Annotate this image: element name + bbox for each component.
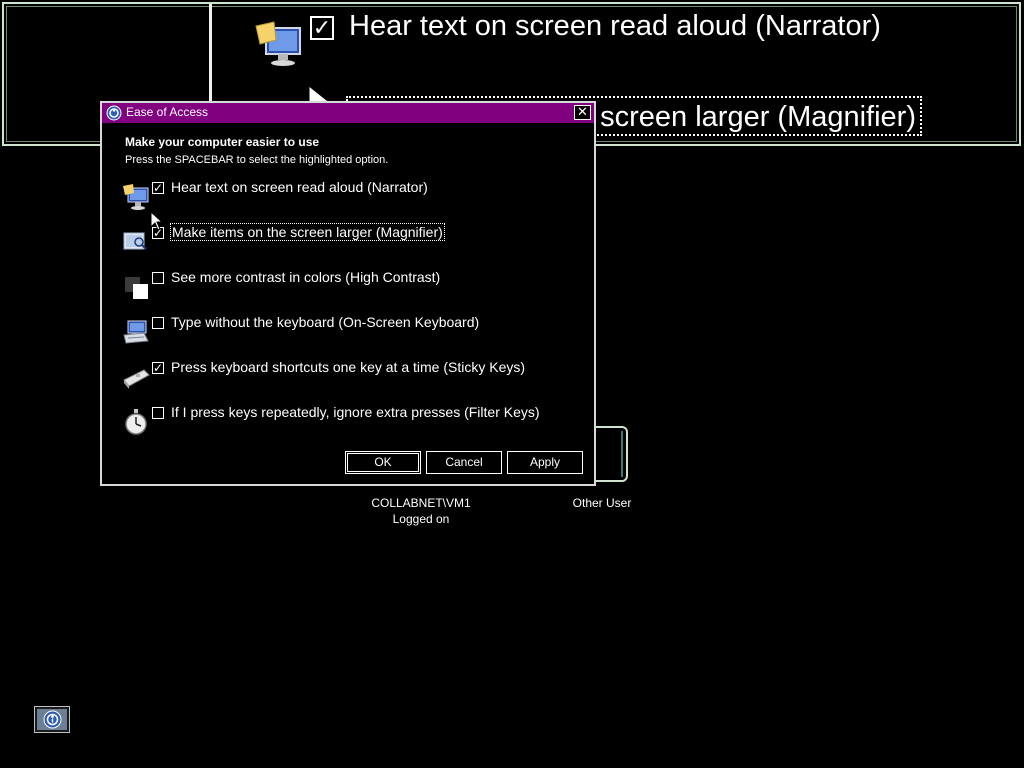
other-user-label[interactable]: Other User (568, 496, 636, 510)
close-button[interactable]: ✕ (574, 105, 591, 120)
magnifier-icon (123, 232, 147, 250)
option-narrator[interactable]: ✓ Hear text on screen read aloud (Narrat… (122, 179, 582, 214)
option-sticky-keys[interactable]: ✓ Press keyboard shortcuts one key at a … (122, 359, 582, 394)
current-user-name[interactable]: COLLABNET\VM1 (363, 496, 479, 510)
current-user-status: Logged on (392, 512, 450, 526)
ease-of-access-icon (43, 710, 62, 729)
narrator-checkbox[interactable]: ✓ (152, 182, 164, 194)
filter-keys-icon (125, 409, 147, 435)
zoom-narrator-label: Hear text on screen read aloud (Narrator… (349, 10, 881, 42)
high-contrast-icon (125, 277, 148, 299)
filter-keys-checkbox[interactable] (152, 407, 164, 419)
dialog-title: Ease of Access (126, 105, 209, 119)
on-screen-keyboard-checkbox[interactable] (152, 317, 164, 329)
narrator-label[interactable]: Hear text on screen read aloud (Narrator… (170, 179, 429, 195)
sticky-keys-icon (123, 369, 150, 389)
option-high-contrast[interactable]: See more contrast in colors (High Contra… (122, 269, 582, 304)
magnifier-label[interactable]: Make items on the screen larger (Magnifi… (170, 223, 445, 241)
sticky-keys-checkbox[interactable]: ✓ (152, 362, 164, 374)
option-magnifier[interactable]: ✓ Make items on the screen larger (Magni… (122, 223, 582, 259)
zoom-narrator-checkbox: ✓ (310, 16, 334, 40)
ease-of-access-icon (106, 105, 122, 121)
user-tile-highlight (621, 431, 623, 477)
cancel-button[interactable]: Cancel (426, 451, 502, 474)
apply-button-label: Apply (529, 455, 561, 469)
cancel-button-label: Cancel (445, 455, 483, 469)
sticky-keys-label[interactable]: Press keyboard shortcuts one key at a ti… (170, 359, 526, 375)
narrator-icon (123, 184, 149, 210)
narrator-icon (255, 21, 301, 66)
user-tile-frame[interactable] (592, 426, 628, 482)
ok-button-label: OK (374, 455, 392, 469)
high-contrast-label[interactable]: See more contrast in colors (High Contra… (170, 269, 441, 285)
ok-button[interactable]: OK (345, 451, 421, 474)
ease-of-access-dialog: Ease of Access ✕ Make your computer easi… (100, 101, 596, 486)
filter-keys-label[interactable]: If I press keys repeatedly, ignore extra… (170, 404, 541, 420)
ease-of-access-button[interactable] (34, 706, 70, 733)
high-contrast-checkbox[interactable] (152, 272, 164, 284)
dialog-heading: Make your computer easier to use (125, 135, 320, 149)
apply-button[interactable]: Apply (507, 451, 583, 474)
on-screen-keyboard-icon (123, 320, 149, 344)
dialog-titlebar[interactable]: Ease of Access ✕ (102, 103, 594, 123)
option-on-screen-keyboard[interactable]: Type without the keyboard (On-Screen Key… (122, 314, 582, 349)
option-filter-keys[interactable]: If I press keys repeatedly, ignore extra… (122, 404, 582, 439)
mouse-pointer-icon (150, 211, 164, 231)
on-screen-keyboard-label[interactable]: Type without the keyboard (On-Screen Key… (170, 314, 480, 330)
dialog-instructions: Press the SPACEBAR to select the highlig… (125, 154, 389, 166)
